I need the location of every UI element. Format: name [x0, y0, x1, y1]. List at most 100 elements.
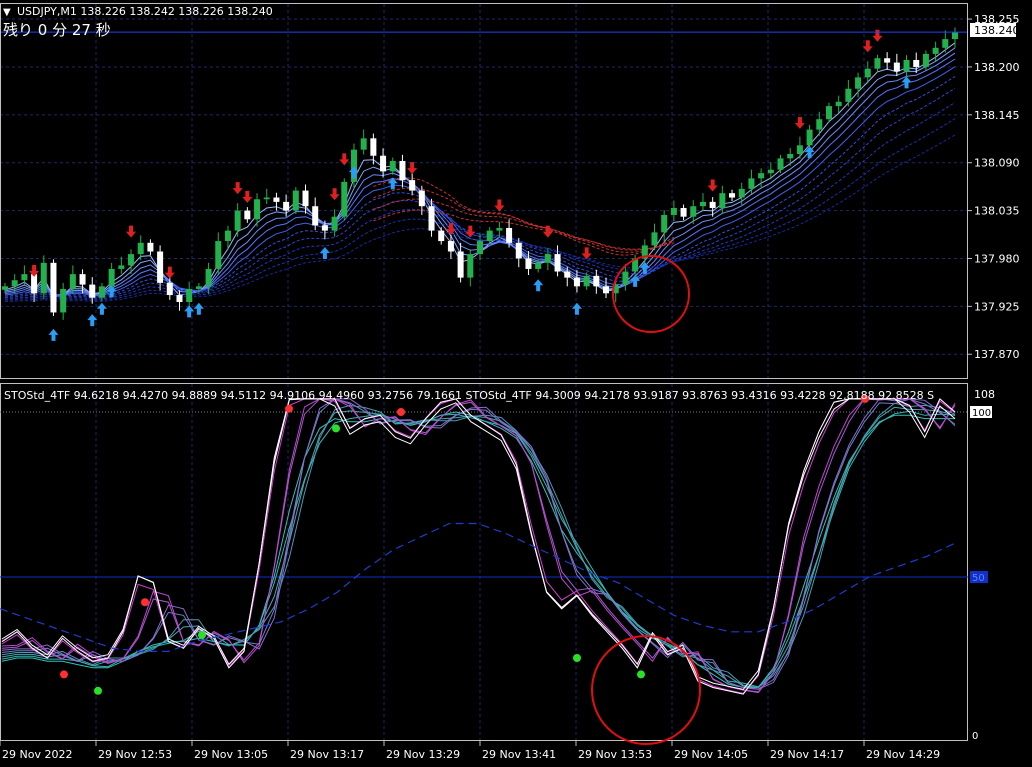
candle-body [603, 286, 610, 294]
candle-body [89, 284, 96, 298]
candle-body [283, 201, 290, 211]
candle-body [128, 254, 135, 266]
price-pane[interactable] [0, 27, 968, 341]
candle-body [855, 77, 862, 89]
time-tick-label: 29 Nov 13:29 [386, 748, 460, 761]
candle-body [796, 145, 803, 154]
candle-body [40, 262, 47, 294]
candle-body [254, 199, 261, 220]
candle-body [418, 190, 425, 207]
candle-body [816, 119, 823, 130]
candle-body [564, 271, 571, 278]
price-tick-label: 138.200 [974, 61, 1020, 74]
down-arrow-icon [872, 29, 883, 42]
candle-body [661, 214, 668, 233]
time-tick-label: 29 Nov 13:05 [194, 748, 268, 761]
candle-body [360, 138, 367, 150]
sto-line [1, 398, 956, 690]
current-price-label: 138.240 [974, 24, 1020, 37]
stochastic-pane[interactable] [0, 394, 968, 745]
candle-body [428, 206, 435, 231]
candle-body [922, 53, 929, 67]
signal-dots [60, 394, 869, 695]
up-arrow-icon [48, 328, 59, 341]
time-tick-label: 29 Nov 2022 [2, 748, 72, 761]
red-signal-dot [285, 404, 293, 413]
down-arrow-icon [494, 199, 505, 212]
sto-main-line [1, 398, 956, 695]
candle-body [370, 138, 377, 156]
candle-body [729, 193, 736, 198]
sto-line [1, 398, 956, 695]
price-tick-label: 138.145 [974, 109, 1020, 122]
candle-body [380, 155, 387, 172]
candle-body [108, 268, 115, 287]
candle-body [409, 180, 416, 191]
sto-bottom-label: 0 [972, 731, 978, 742]
candle-body [147, 242, 154, 252]
candle-body [515, 242, 522, 259]
down-arrow-icon [29, 264, 40, 277]
down-arrow-icon [707, 179, 718, 192]
grid-lines [0, 4, 968, 740]
candle-body [825, 106, 832, 120]
green-signal-dot [198, 631, 206, 640]
time-tick-label: 29 Nov 12:53 [98, 748, 172, 761]
sto-line [1, 398, 956, 690]
candle-body [21, 274, 28, 281]
candle-body [942, 39, 949, 48]
time-axis: 29 Nov 2022 29 Nov 12:53 29 Nov 13:05 29 No… [0, 741, 940, 761]
candle-body [467, 254, 474, 278]
candle-body [893, 62, 900, 72]
chart-canvas[interactable]: ▼ USDJPY,M1 138.226 138.242 138.226 138.… [0, 0, 1032, 767]
candle-body [486, 230, 493, 242]
candle-body [874, 58, 881, 69]
down-arrow-icon [581, 247, 592, 260]
candle-body [758, 173, 765, 179]
candle-body [777, 158, 784, 170]
price-tick-label: 138.090 [974, 157, 1020, 170]
candle-body [205, 268, 212, 287]
stochastic-lines [1, 398, 956, 695]
candle-body [544, 254, 551, 263]
candle-body [11, 280, 18, 287]
symbol-line: USDJPY,M1 138.226 138.242 138.226 138.24… [17, 5, 273, 18]
candle-body [787, 154, 794, 159]
price-pane-border [0, 3, 968, 379]
price-tick-label: 137.980 [974, 252, 1020, 265]
candle-body [69, 274, 76, 289]
candle-body [951, 32, 959, 40]
price-tick-label: 137.870 [974, 348, 1020, 361]
down-arrow-icon [465, 225, 476, 238]
candle-body [593, 275, 600, 287]
candle-body [302, 190, 309, 207]
candle-body [913, 59, 920, 67]
candle-body [341, 181, 348, 217]
candle-body [622, 271, 629, 285]
candle-body [670, 207, 677, 215]
green-signal-dot [332, 424, 340, 433]
candle-body [932, 47, 939, 54]
candle-body [50, 262, 57, 313]
up-arrow-icon [193, 302, 204, 315]
candle-body [215, 241, 222, 269]
candle-body [690, 206, 697, 217]
candle-body [195, 286, 202, 289]
candle-body [447, 241, 454, 252]
down-arrow-icon [407, 162, 418, 175]
candle-body [680, 207, 687, 217]
up-arrow-icon [106, 285, 117, 298]
candle-body [60, 288, 67, 313]
time-tick-label: 29 Nov 14:17 [770, 748, 844, 761]
candle-body [719, 193, 726, 208]
candle-body [699, 201, 706, 207]
up-arrow-icon [184, 305, 195, 318]
sto-mid-label: 50 [972, 573, 985, 584]
candle-body [535, 262, 542, 269]
down-arrow-icon [164, 266, 175, 279]
countdown-timer: 残り 0 分 27 秒 [3, 21, 111, 39]
chart-menu-icon[interactable]: ▼ [3, 7, 11, 18]
highlight-circle-sto [591, 635, 701, 745]
candle-body [399, 160, 406, 181]
ma-line-red [373, 209, 675, 250]
